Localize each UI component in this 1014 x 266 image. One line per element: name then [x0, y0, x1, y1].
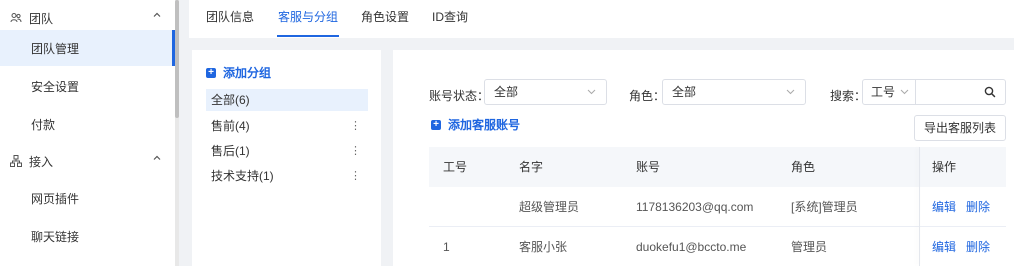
plus-icon: +	[431, 119, 441, 130]
more-vertical-icon[interactable]: ⋮	[350, 165, 361, 187]
sidebar-item-chat-link[interactable]: 聊天链接	[0, 218, 175, 254]
cell-id: 1	[443, 240, 450, 254]
search-type-select[interactable]: 工号	[863, 80, 916, 104]
chevron-down-icon	[587, 80, 596, 113]
status-filter-label: 账号状态：	[429, 89, 490, 103]
plus-icon: +	[206, 67, 216, 78]
cell-name: 客服小张	[519, 240, 568, 254]
add-group-label: 添加分组	[223, 66, 272, 80]
search-type-value: 工号	[871, 85, 896, 99]
sidebar-item-web-plugin[interactable]: 网页插件	[0, 180, 175, 216]
status-select-value: 全部	[494, 85, 519, 99]
sidebar-item-payment[interactable]: 付款	[0, 106, 175, 142]
delete-link[interactable]: 删除	[966, 227, 990, 266]
group-item-label: 售后(1)	[211, 144, 250, 158]
status-select[interactable]: 全部	[484, 79, 607, 105]
chevron-up-icon	[153, 11, 161, 21]
add-group-button[interactable]: + 添加分组	[206, 64, 271, 81]
column-header-name: 名字	[519, 160, 544, 174]
fixed-column-divider	[919, 147, 920, 266]
tab-team-info[interactable]: 团队信息	[206, 0, 254, 38]
sidebar-group-label: 接入	[29, 154, 54, 169]
edit-link[interactable]: 编辑	[932, 187, 956, 227]
chevron-up-icon	[153, 154, 161, 164]
delete-link[interactable]: 删除	[966, 187, 990, 227]
sidebar-scrollbar-thumb[interactable]	[175, 0, 179, 118]
search-label: 搜索：	[830, 89, 867, 103]
add-agent-account-label: 添加客服账号	[448, 118, 521, 132]
chevron-down-icon	[786, 80, 795, 113]
cell-role: [系统]管理员	[791, 200, 858, 214]
more-vertical-icon[interactable]: ⋮	[350, 115, 361, 137]
sidebar-item-team-management[interactable]: 团队管理	[0, 30, 175, 66]
agents-main-panel: 账号状态： 全部 角色： 全部 搜索： 工号 + 添加客服账号 导出客服列表 工…	[393, 50, 1014, 266]
search-input[interactable]	[917, 80, 977, 104]
role-select-value: 全部	[672, 85, 697, 99]
chevron-down-icon	[897, 88, 909, 98]
column-header-id: 工号	[443, 160, 468, 174]
top-tabs-bar: 团队信息 客服与分组 角色设置 ID查询	[189, 0, 1014, 38]
tab-role-settings[interactable]: 角色设置	[361, 0, 409, 38]
team-icon	[10, 12, 22, 24]
cell-account: 1178136203@qq.com	[636, 200, 754, 214]
role-filter-label: 角色：	[629, 89, 666, 103]
group-item-presales[interactable]: 售前(4) ⋮	[206, 115, 368, 137]
search-icon[interactable]	[983, 85, 997, 99]
group-item-label: 技术支持(1)	[211, 169, 274, 183]
cell-account: duokefu1@bccto.me	[636, 240, 747, 254]
tab-id-lookup[interactable]: ID查询	[432, 0, 468, 38]
group-item-all[interactable]: 全部(6)	[206, 89, 368, 111]
group-item-label: 售前(4)	[211, 119, 250, 133]
sidebar-item-security-settings[interactable]: 安全设置	[0, 68, 175, 104]
more-vertical-icon[interactable]: ⋮	[350, 140, 361, 162]
sidebar-group-label: 团队	[29, 11, 54, 26]
column-header-role: 角色	[791, 160, 816, 174]
groups-panel: + 添加分组 全部(6) 售前(4) ⋮ 售后(1) ⋮ 技术支持(1) ⋮	[192, 50, 381, 266]
group-item-aftersales[interactable]: 售后(1) ⋮	[206, 140, 368, 162]
cell-role: 管理员	[791, 240, 828, 254]
sidebar: 团队 团队管理 安全设置 付款 接入 网页插件 聊天链接	[0, 0, 179, 266]
role-select[interactable]: 全部	[662, 79, 806, 105]
sidebar-group-access[interactable]: 接入	[0, 143, 175, 179]
cell-name: 超级管理员	[519, 200, 580, 214]
tab-agents-groups[interactable]: 客服与分组	[276, 0, 340, 38]
group-item-tech-support[interactable]: 技术支持(1) ⋮	[206, 165, 368, 187]
export-agents-button[interactable]: 导出客服列表	[914, 115, 1006, 141]
search-box: 工号	[862, 79, 1006, 105]
column-header-account: 账号	[636, 160, 661, 174]
column-header-actions: 操作	[932, 160, 957, 174]
add-agent-account-button[interactable]: + 添加客服账号	[431, 116, 520, 133]
group-item-label: 全部(6)	[211, 93, 250, 107]
edit-link[interactable]: 编辑	[932, 227, 956, 266]
network-icon	[10, 155, 22, 167]
